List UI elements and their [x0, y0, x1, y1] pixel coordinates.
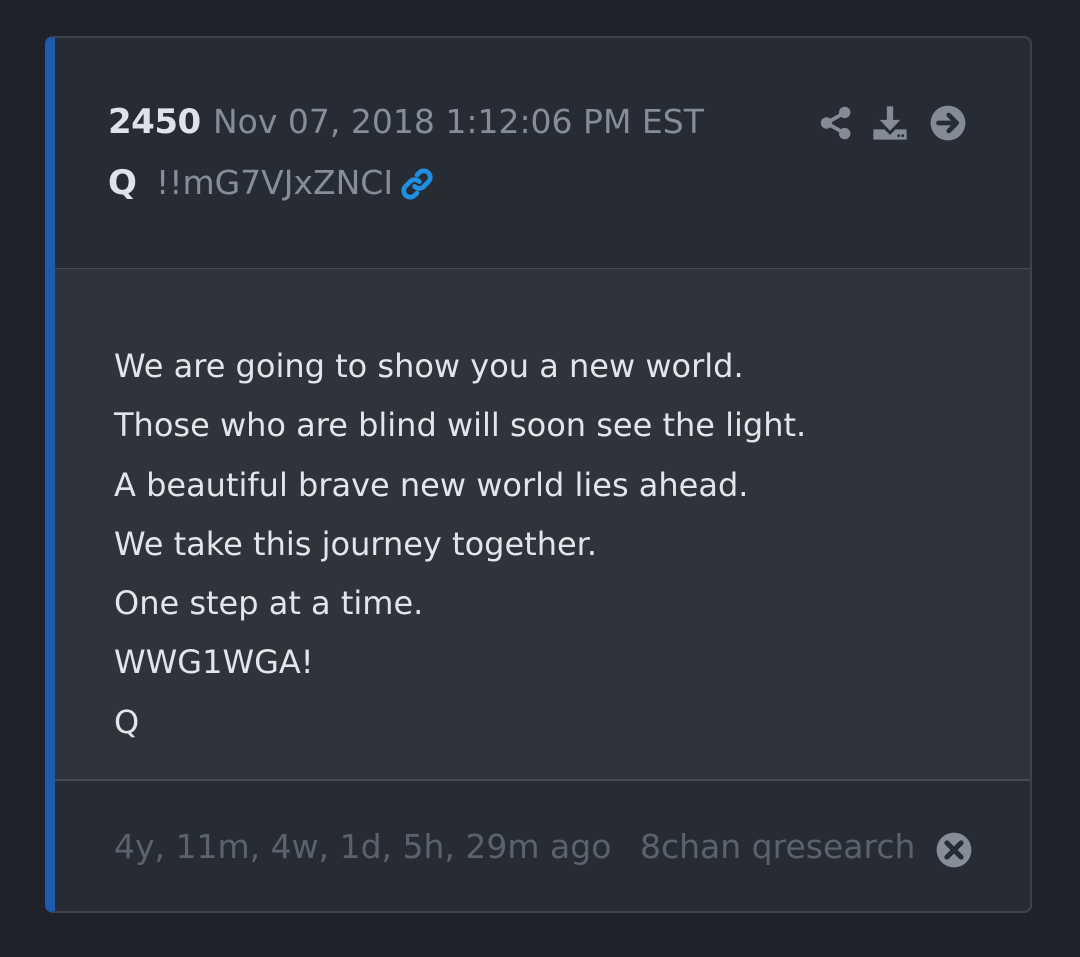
post-line: One step at a time.	[114, 584, 424, 623]
post-text: We are going to show you a new world. Th…	[114, 337, 806, 752]
post-body: We are going to show you a new world. Th…	[55, 269, 1030, 781]
source-board: 8chan qresearch	[640, 827, 916, 866]
post-line: WWG1WGA!	[114, 643, 314, 682]
link-icon[interactable]	[398, 165, 436, 203]
post-number: 2450	[108, 102, 201, 142]
post-footer: 4y, 11m, 4w, 1d, 5h, 29m ago 8chan qrese…	[55, 781, 1030, 911]
post-line: Those who are blind will soon see the li…	[114, 406, 807, 445]
post-header: 2450 Nov 07, 2018 1:12:06 PM EST Q !!mG7…	[55, 38, 1030, 270]
post-line: A beautiful brave new world lies ahead.	[114, 465, 749, 504]
arrow-right-circle-icon[interactable]	[929, 104, 967, 142]
share-icon[interactable]	[817, 104, 855, 142]
post-line: Q	[114, 702, 140, 741]
post-line: We are going to show you a new world.	[114, 347, 744, 385]
download-icon[interactable]	[871, 104, 909, 142]
post-card: 2450 Nov 07, 2018 1:12:06 PM EST Q !!mG7…	[45, 36, 1032, 913]
tripcode: !!mG7VJxZNCI	[156, 163, 394, 202]
elapsed-time: 4y, 11m, 4w, 1d, 5h, 29m ago	[114, 827, 612, 866]
author-name: Q	[108, 163, 137, 203]
close-circle-icon[interactable]	[935, 831, 973, 869]
post-line: We take this journey together.	[114, 524, 598, 563]
post-date: Nov 07, 2018 1:12:06 PM EST	[213, 102, 704, 141]
